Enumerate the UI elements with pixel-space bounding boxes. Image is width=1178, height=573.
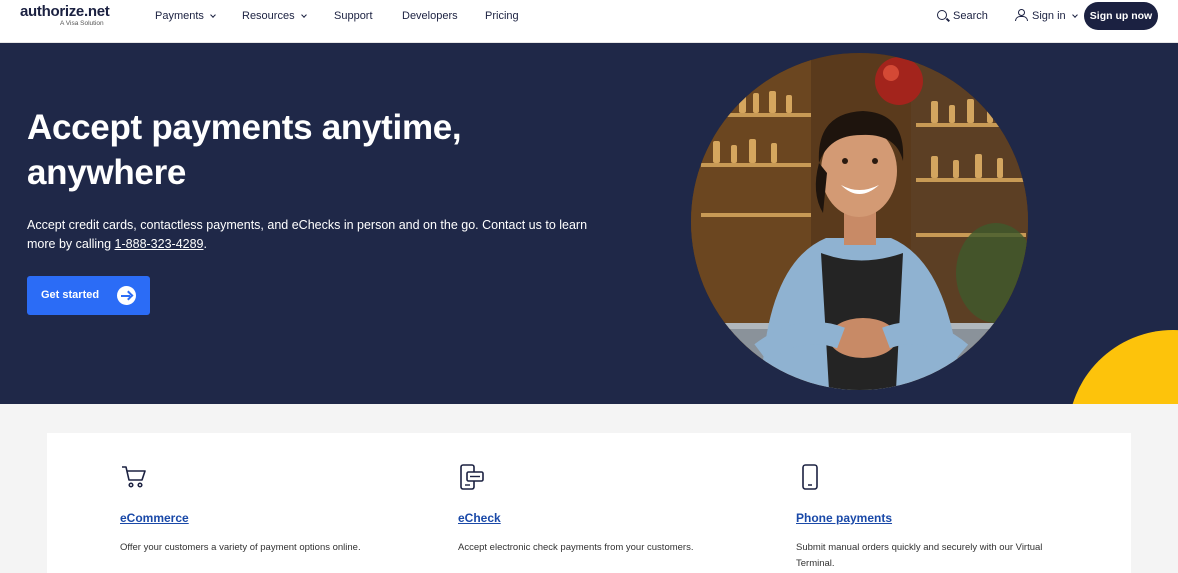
get-started-button[interactable]: Get started — [27, 276, 150, 315]
phone-link[interactable]: 1-888-323-4289 — [115, 237, 204, 251]
nav-support[interactable]: Support — [334, 0, 373, 32]
hero-description: Accept credit cards, contactless payment… — [27, 216, 597, 254]
phone-payments-link[interactable]: Phone payments — [796, 511, 892, 525]
authorize-net-logo[interactable]: authorize.net A Visa Solution — [20, 3, 120, 33]
chevron-down-icon — [1071, 12, 1078, 18]
features-section: eCommerce Offer your customers a variety… — [47, 433, 1131, 573]
nav-resources[interactable]: Resources — [242, 0, 307, 32]
search-icon — [937, 10, 947, 20]
shopping-cart-icon — [122, 466, 146, 488]
sign-in-label: Sign in — [1032, 10, 1066, 22]
phone-payments-description: Submit manual orders quickly and securel… — [796, 542, 1043, 569]
logo-tagline: A Visa Solution — [60, 20, 104, 27]
search-label: Search — [953, 10, 988, 22]
decorative-yellow-circle — [1068, 330, 1178, 404]
smartphone-icon — [802, 464, 818, 490]
nav-payments-label: Payments — [155, 10, 204, 22]
hero-title: Accept payments anytime, anywhere — [27, 108, 462, 192]
site-header: authorize.net A Visa Solution Payments R… — [0, 0, 1178, 43]
nav-developers[interactable]: Developers — [402, 0, 458, 32]
arrow-right-circle-icon — [117, 286, 136, 305]
nav-payments[interactable]: Payments — [155, 0, 216, 32]
logo-wordmark: authorize.net — [20, 3, 110, 20]
hero-description-end: . — [203, 237, 207, 251]
sign-in-button[interactable]: Sign in — [1015, 0, 1078, 32]
search-button[interactable]: Search — [937, 0, 988, 32]
hero-photo — [691, 53, 1028, 390]
hero-description-text: Accept credit cards, contactless payment… — [27, 218, 588, 251]
nav-resources-label: Resources — [242, 10, 295, 22]
smiling-woman-illustration — [691, 53, 1028, 390]
nav-pricing[interactable]: Pricing — [485, 0, 519, 32]
echeck-description: Accept electronic check payments from yo… — [458, 542, 694, 553]
hero-section: Accept payments anytime, anywhere Accept… — [0, 43, 1178, 404]
chevron-down-icon — [210, 12, 216, 18]
chevron-down-icon — [300, 12, 307, 18]
ecommerce-link[interactable]: eCommerce — [120, 511, 189, 525]
user-icon — [1015, 9, 1028, 21]
sign-up-button[interactable]: Sign up now — [1084, 2, 1158, 30]
get-started-label: Get started — [41, 289, 100, 301]
echeck-icon — [460, 464, 484, 490]
echeck-link[interactable]: eCheck — [458, 511, 501, 525]
ecommerce-description: Offer your customers a variety of paymen… — [120, 542, 361, 553]
